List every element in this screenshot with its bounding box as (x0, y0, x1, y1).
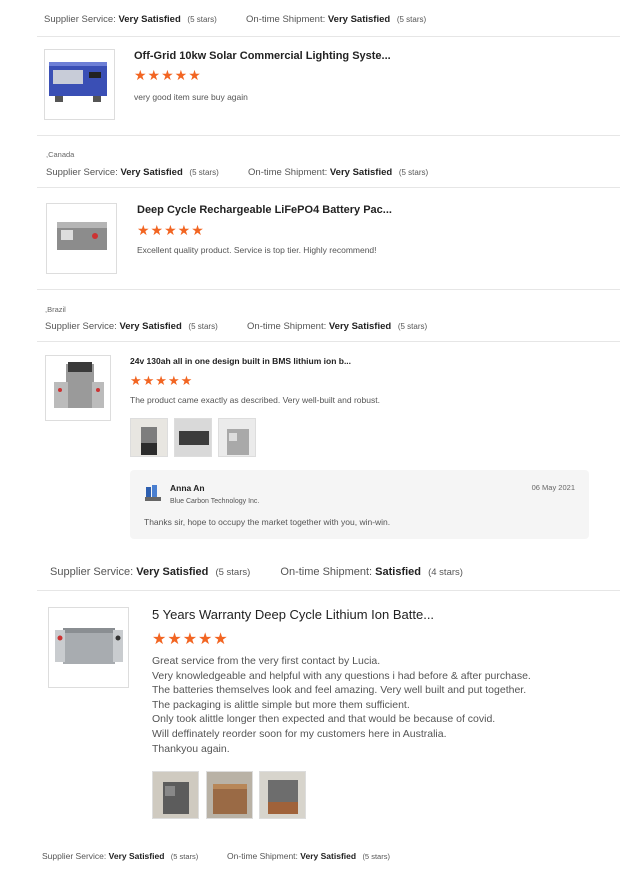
review-text: Great service from the very first contac… (152, 654, 531, 756)
review-photo[interactable] (259, 771, 306, 819)
reply-company: Blue Carbon Technology Inc. (170, 498, 260, 505)
review-photo[interactable] (206, 771, 253, 819)
supplier-service-stars: (5 stars) (189, 168, 219, 177)
supplier-service-stars: (5 stars) (170, 852, 199, 861)
supplier-service-label: Supplier Service: (44, 14, 116, 25)
divider (37, 590, 620, 591)
ontime-shipment-stars: (4 stars) (428, 567, 463, 578)
rating-stars: ★★★★★ (137, 222, 205, 238)
supplier-service-value: Very Satisfied (136, 566, 209, 578)
ontime-shipment-label: On-time Shipment: (227, 851, 298, 861)
supplier-service-value: Very Satisfied (119, 321, 182, 332)
review-text-line: Only took alittle longer then expected a… (152, 713, 496, 726)
product-thumbnail[interactable] (44, 49, 115, 120)
product-title-link[interactable]: 5 Years Warranty Deep Cycle Lithium Ion … (152, 607, 434, 622)
review-4-ratings: Supplier Service: Very Satisfied (5 star… (50, 566, 463, 578)
ontime-shipment-value: Very Satisfied (328, 321, 392, 332)
reply-date: 06 May 2021 (531, 483, 575, 492)
rating-stars: ★★★★★ (130, 373, 194, 388)
supplier-service-label: Supplier Service: (45, 321, 117, 332)
review-photo[interactable] (152, 771, 199, 819)
review-photo[interactable] (130, 418, 168, 457)
supplier-service-stars: (5 stars) (188, 322, 218, 331)
supplier-service-label: Supplier Service: (46, 167, 118, 178)
review-1-ratings: Supplier Service: Very Satisfied (5 star… (44, 14, 426, 25)
review-5-ratings: Supplier Service: Very Satisfied (5 star… (42, 851, 390, 861)
divider (37, 341, 620, 342)
product-thumbnail[interactable] (46, 203, 117, 274)
product-title-link[interactable]: Off-Grid 10kw Solar Commercial Lighting … (134, 50, 391, 62)
ontime-shipment-value: Very Satisfied (300, 851, 357, 861)
review-text-line: Very knowledgeable and helpful with any … (152, 669, 531, 682)
review-text: The product came exactly as described. V… (130, 395, 380, 405)
ontime-shipment-value: Very Satisfied (329, 167, 393, 178)
ontime-shipment-label: On-time Shipment: (247, 321, 327, 332)
reply-author-name: Anna An (170, 483, 205, 493)
reply-text: Thanks sir, hope to occupy the market to… (144, 517, 391, 527)
product-thumbnail[interactable] (45, 355, 111, 421)
supplier-service-value: Very Satisfied (108, 851, 165, 861)
divider (37, 36, 620, 37)
divider (37, 187, 620, 188)
supplier-service-label: Supplier Service: (42, 851, 107, 861)
review-2-ratings: Supplier Service: Very Satisfied (5 star… (46, 167, 428, 178)
review-text-line: Thankyou again. (152, 742, 230, 755)
ontime-shipment-value: Very Satisfied (327, 14, 391, 25)
product-thumbnail[interactable] (48, 607, 129, 688)
ontime-shipment-label: On-time Shipment: (280, 566, 373, 578)
product-title-link[interactable]: 24v 130ah all in one design built in BMS… (130, 356, 351, 366)
review-text: very good item sure buy again (134, 92, 248, 102)
review-3-ratings: Supplier Service: Very Satisfied (5 star… (45, 321, 427, 332)
supplier-service-stars: (5 stars) (187, 15, 217, 24)
supplier-service-label: Supplier Service: (50, 566, 134, 578)
ontime-shipment-label: On-time Shipment: (246, 14, 326, 25)
review-text-line: Great service from the very first contac… (152, 655, 381, 667)
supplier-avatar (144, 484, 162, 502)
review-text: Excellent quality product. Service is to… (137, 245, 377, 255)
supplier-reply: Anna An Blue Carbon Technology Inc. 06 M… (130, 470, 589, 539)
review-text-line: The packaging is alittle simple but more… (152, 698, 410, 711)
ontime-shipment-value: Satisfied (375, 566, 422, 578)
rating-stars: ★★★★★ (134, 67, 202, 83)
supplier-service-stars: (5 stars) (215, 567, 251, 578)
review-photo[interactable] (174, 418, 212, 457)
ontime-shipment-label: On-time Shipment: (248, 167, 328, 178)
review-text-line: Will deffinately reorder soon for my cus… (152, 727, 447, 740)
buyer-country: ,Canada (46, 150, 75, 159)
divider (37, 289, 620, 290)
divider (37, 135, 620, 136)
ontime-shipment-stars: (5 stars) (398, 168, 429, 177)
supplier-service-value: Very Satisfied (120, 167, 183, 178)
product-title-link[interactable]: Deep Cycle Rechargeable LiFePO4 Battery … (137, 204, 392, 216)
rating-stars: ★★★★★ (152, 631, 229, 648)
ontime-shipment-stars: (5 stars) (397, 322, 428, 331)
ontime-shipment-stars: (5 stars) (396, 15, 427, 24)
buyer-country: ,Brazil (45, 305, 66, 314)
ontime-shipment-stars: (5 stars) (362, 852, 390, 861)
supplier-service-value: Very Satisfied (118, 14, 181, 25)
review-text-line: The batteries themselves look and feel a… (152, 684, 527, 697)
review-photo[interactable] (218, 418, 256, 457)
